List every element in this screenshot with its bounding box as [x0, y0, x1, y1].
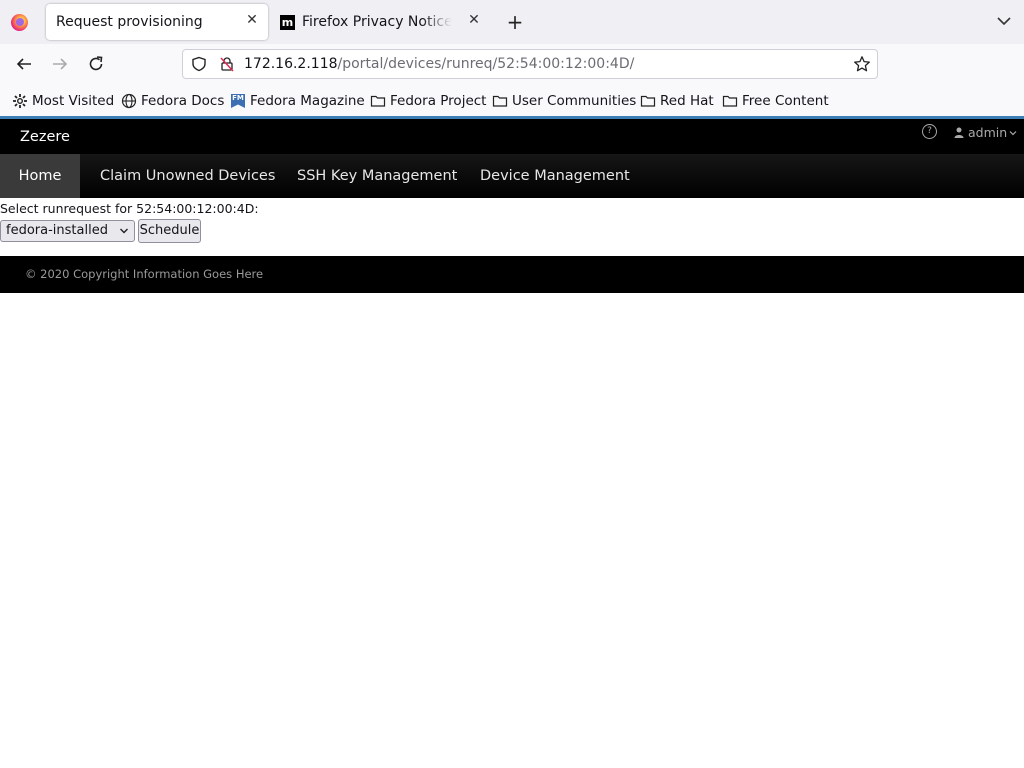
globe-icon	[121, 93, 137, 109]
bookmark-label: Fedora Docs	[141, 93, 225, 109]
user-name: admin	[968, 125, 1008, 140]
bookmark-red-hat[interactable]: Red Hat	[640, 92, 714, 110]
runrequest-select[interactable]: fedora-installed	[0, 220, 135, 242]
tab-list-chevron-down-icon[interactable]	[995, 12, 1013, 30]
folder-icon	[370, 95, 386, 107]
close-tab-icon[interactable]: ✕	[244, 12, 260, 28]
tab-firefox-privacy-notice[interactable]: m Firefox Privacy Notice — Mozilla ✕	[278, 4, 484, 40]
url-path: /portal/devices/runreq/52:54:00:12:00:4D…	[337, 56, 635, 72]
user-icon	[954, 127, 964, 138]
forward-arrow-icon[interactable]	[50, 54, 70, 74]
bookmark-fedora-docs[interactable]: Fedora Docs	[121, 92, 224, 110]
help-icon[interactable]: ?	[922, 124, 937, 139]
gear-icon	[13, 94, 27, 108]
back-arrow-icon[interactable]	[14, 54, 34, 74]
bookmark-label: Fedora Magazine	[250, 93, 365, 109]
bookmark-most-visited[interactable]: Most Visited	[12, 92, 114, 110]
selected-option: fedora-installed	[6, 223, 108, 238]
insecure-lock-icon[interactable]	[219, 56, 235, 72]
tab-request-provisioning[interactable]: Request provisioning ✕	[46, 4, 268, 40]
schedule-button[interactable]: Schedule	[138, 219, 201, 243]
bookmark-label: Red Hat	[660, 93, 714, 109]
new-tab-plus-icon[interactable]: +	[505, 12, 525, 32]
browser-tab-bar: Request provisioning ✕ m Firefox Privacy…	[0, 0, 1024, 44]
bookmark-label: Free Content	[742, 93, 829, 109]
bookmark-fedora-project[interactable]: Fedora Project	[370, 92, 486, 110]
tab-title: Firefox Privacy Notice — Mozilla	[302, 14, 452, 30]
url-text: 172.16.2.118/portal/devices/runreq/52:54…	[244, 56, 634, 72]
tab-title: Request provisioning	[56, 14, 203, 30]
bookmarks-toolbar: Most Visited Fedora Docs FM Fedora Magaz…	[0, 84, 1024, 116]
nav-home[interactable]: Home	[0, 154, 80, 198]
folder-icon	[722, 95, 738, 107]
chevron-down-icon	[1009, 130, 1017, 135]
nav-ssh-key-management[interactable]: SSH Key Management	[297, 154, 457, 198]
nav-device-management[interactable]: Device Management	[480, 154, 630, 198]
bookmark-star-icon[interactable]	[853, 55, 871, 73]
folder-icon	[492, 95, 508, 107]
close-tab-icon[interactable]: ✕	[466, 12, 482, 28]
chevron-down-icon	[120, 228, 128, 234]
copyright-text: © 2020 Copyright Information Goes Here	[25, 267, 264, 281]
firefox-logo-icon[interactable]	[11, 14, 28, 31]
url-bar[interactable]: 172.16.2.118/portal/devices/runreq/52:54…	[182, 49, 878, 79]
bookmark-label: Most Visited	[32, 93, 115, 109]
bookmark-free-content[interactable]: Free Content	[722, 92, 829, 110]
reload-icon[interactable]	[86, 54, 106, 74]
user-menu[interactable]: admin	[954, 125, 1017, 140]
app-brand[interactable]: Zezere	[20, 129, 70, 145]
tracking-protection-shield-icon[interactable]	[191, 56, 207, 72]
page-footer: © 2020 Copyright Information Goes Here	[0, 256, 1024, 293]
bookmark-label: User Communities	[512, 93, 637, 109]
fedora-magazine-icon: FM	[231, 94, 245, 108]
bookmark-label: Fedora Project	[390, 93, 487, 109]
app-nav: Home Claim Unowned Devices SSH Key Manag…	[0, 154, 1024, 198]
app-header: Zezere ? admin	[0, 116, 1024, 154]
mozilla-favicon-icon: m	[280, 15, 295, 30]
url-host: 172.16.2.118	[244, 56, 338, 72]
bookmark-fedora-magazine[interactable]: FM Fedora Magazine	[231, 92, 365, 110]
nav-claim-unowned-devices[interactable]: Claim Unowned Devices	[100, 154, 275, 198]
bookmark-user-communities[interactable]: User Communities	[492, 92, 636, 110]
runrequest-label: Select runrequest for 52:54:00:12:00:4D:	[0, 201, 259, 216]
folder-icon	[640, 95, 656, 107]
